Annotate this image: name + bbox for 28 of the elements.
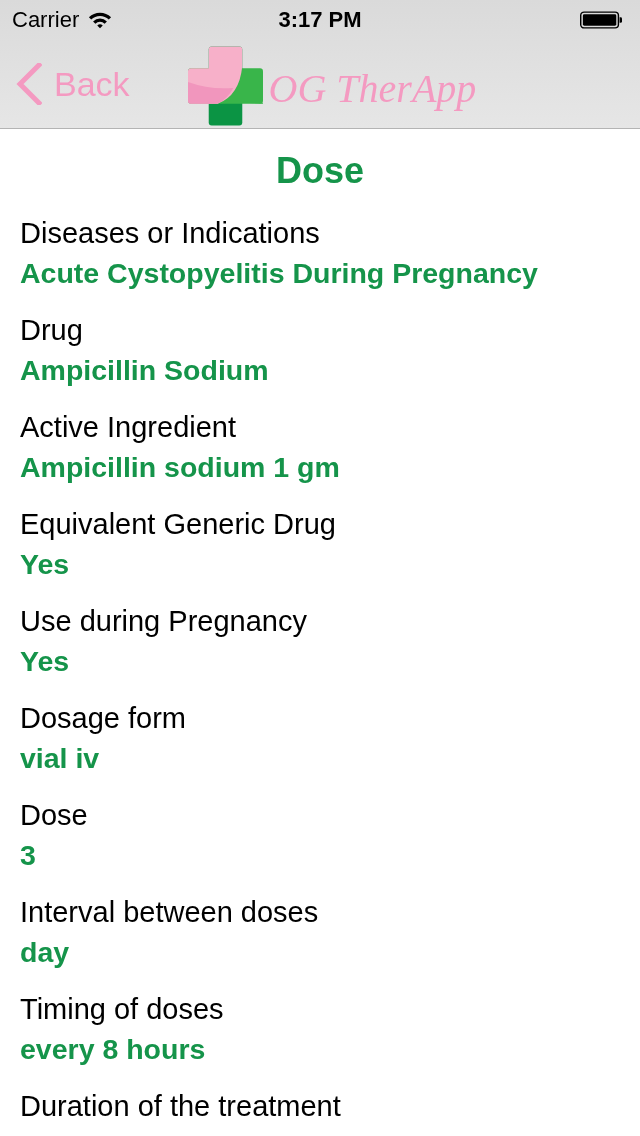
field-label: Dosage form [20, 701, 187, 736]
cross-logo-icon [187, 46, 263, 126]
field-value: Ampicillin Sodium [20, 353, 270, 388]
field-label: Dose [20, 798, 89, 833]
field-label: Active Ingredient [20, 410, 237, 445]
field-label: Use during Pregnancy [20, 604, 308, 639]
app-name-logo: OG TherApp [268, 67, 477, 111]
field-value: vial iv [20, 741, 101, 776]
field-value: Yes [20, 547, 71, 582]
wifi-icon [88, 11, 113, 29]
field-value: every 8 hours [20, 1032, 207, 1067]
status-time: 3:17 PM [278, 7, 362, 33]
carrier-label: Carrier [12, 7, 80, 33]
chevron-icon [16, 63, 42, 105]
back-button[interactable]: Back [0, 58, 130, 110]
field-value: 3 [20, 838, 37, 873]
field-label: Equivalent Generic Drug [20, 507, 337, 542]
field-label: Diseases or Indications [20, 216, 321, 251]
field-value: day [20, 935, 71, 970]
field-label: Drug [20, 313, 84, 348]
field-value: Acute Cystopyelitis During Pregnancy [20, 256, 539, 291]
field-label: Duration of the treatment [20, 1089, 342, 1124]
field-value: Yes [20, 644, 71, 679]
field-value: Ampicillin sodium 1 gm [20, 450, 341, 485]
field-label: Interval between doses [20, 895, 320, 930]
battery-icon [580, 11, 622, 29]
field-label: Timing of doses [20, 992, 225, 1027]
page-title: Dose [275, 149, 365, 193]
